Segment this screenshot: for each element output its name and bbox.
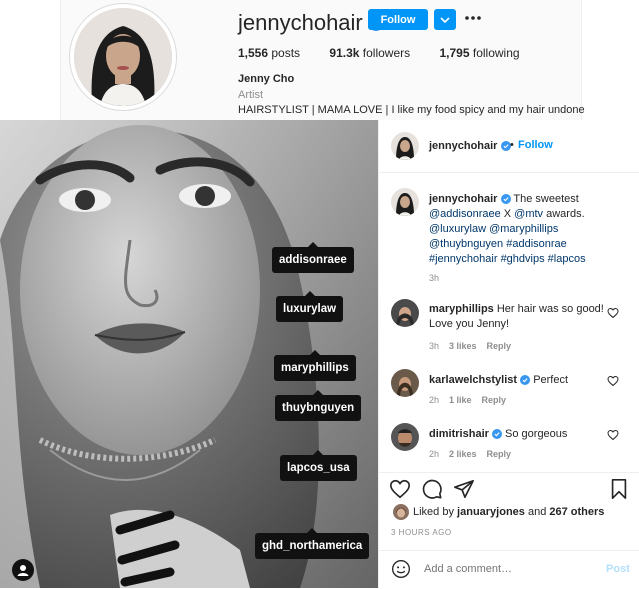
hashtag-link[interactable]: #lapcos <box>548 253 586 265</box>
comment: maryphillips Her hair was so good! Love … <box>429 302 609 332</box>
post-author-username[interactable]: jennychohair <box>429 140 511 152</box>
profile-bio: HAIRSTYLIST | MAMA LOVE | I like my food… <box>238 104 585 116</box>
liker-username[interactable]: januaryjones <box>457 506 525 518</box>
follow-button[interactable]: Follow <box>368 9 428 30</box>
photo-tag-ghd-northamerica[interactable]: ghd_northamerica <box>255 528 370 559</box>
followers-count[interactable]: 91.3k followers <box>329 46 410 60</box>
add-comment-input[interactable] <box>422 562 586 576</box>
photo-tag-addisonraee[interactable]: addisonraee <box>272 242 354 273</box>
more-horizontal-icon <box>465 16 481 20</box>
add-comment-bar: Post <box>379 550 639 589</box>
posts-count: 1,556 posts <box>238 46 301 60</box>
comment-meta: 2h 2 likes Reply <box>429 449 511 459</box>
header-follow-link[interactable]: Follow <box>518 139 553 151</box>
profile-avatar[interactable] <box>69 3 177 111</box>
likes-summary: Liked by januaryjones and 267 others <box>413 506 605 518</box>
commenter-avatar[interactable] <box>391 423 419 451</box>
mention-link[interactable]: @maryphillips <box>489 223 558 235</box>
hashtag-link[interactable]: #ghdvips <box>501 253 545 265</box>
comment-time: 3h <box>429 341 440 351</box>
hashtag-link[interactable]: #addisonrae <box>506 238 567 250</box>
photo-tag-thuybnguyen[interactable]: thuybnguyen <box>275 390 362 421</box>
reply-button[interactable]: Reply <box>487 449 512 459</box>
comment-username[interactable]: dimitrishair <box>429 428 489 440</box>
comment-likes[interactable]: 3 likes <box>449 341 477 351</box>
post-actions <box>379 472 639 503</box>
profile-username-row: jennychohair <box>238 10 383 36</box>
mention-link[interactable]: @addisonraee <box>429 208 501 220</box>
caption-author-avatar[interactable] <box>391 188 419 216</box>
comment-username[interactable]: maryphillips <box>429 303 494 315</box>
comment-time: 2h <box>429 449 440 459</box>
comment-meta: 2h 1 like Reply <box>429 395 506 405</box>
comment-bubble-icon[interactable] <box>421 478 443 500</box>
commenter-avatar[interactable] <box>391 299 419 327</box>
more-options-button[interactable] <box>463 6 483 30</box>
post-comment-button[interactable]: Post <box>606 563 630 575</box>
like-comment-heart-icon[interactable] <box>607 375 619 387</box>
comment: karlawelchstylist Perfect <box>429 373 609 388</box>
liker-avatar[interactable] <box>393 504 409 520</box>
comment-meta: 3h 3 likes Reply <box>429 341 511 351</box>
verified-badge-icon <box>491 429 502 440</box>
like-comment-heart-icon[interactable] <box>607 429 619 441</box>
verified-badge-icon <box>520 375 531 386</box>
profile-stats: 1,556 posts 91.3k followers 1,795 follow… <box>238 46 546 60</box>
mention-link[interactable]: @mtv <box>514 208 543 220</box>
post-caption: jennychohair The sweetest @addisonraee X… <box>429 193 586 265</box>
comment: dimitrishair So gorgeous <box>429 427 609 442</box>
bookmark-icon[interactable] <box>608 478 630 500</box>
likes-count[interactable]: 267 others <box>549 506 604 518</box>
separator-dot: • <box>510 139 514 151</box>
comment-likes[interactable]: 2 likes <box>449 449 477 459</box>
post-header: jennychohair • Follow <box>379 120 639 173</box>
following-count[interactable]: 1,795 following <box>439 46 519 60</box>
emoji-smiley-icon[interactable] <box>391 559 411 579</box>
like-heart-icon[interactable] <box>389 478 411 500</box>
caption-time: 3h <box>429 273 440 283</box>
caption-username[interactable]: jennychohair <box>429 193 497 205</box>
verified-badge-icon <box>500 194 511 205</box>
photo-tag-luxurylaw[interactable]: luxurylaw <box>276 291 344 322</box>
photo-tag-maryphillips[interactable]: maryphillips <box>274 350 356 381</box>
comment-text: So gorgeous <box>505 428 568 440</box>
post-author-avatar[interactable] <box>391 132 419 160</box>
profile-username: jennychohair <box>238 10 363 35</box>
user-tags-icon[interactable] <box>12 559 34 581</box>
chevron-down-icon <box>440 17 450 24</box>
post-sidebar: jennychohair • Follow jennychohair The s… <box>378 120 639 588</box>
photo-tag-lapcos-usa[interactable]: lapcos_usa <box>280 450 357 481</box>
like-comment-heart-icon[interactable] <box>607 307 619 319</box>
mention-link[interactable]: @luxurylaw <box>429 223 486 235</box>
comment-username[interactable]: karlawelchstylist <box>429 374 517 386</box>
comment-likes[interactable]: 1 like <box>449 395 472 405</box>
commenter-avatar[interactable] <box>391 369 419 397</box>
comment-time: 2h <box>429 395 440 405</box>
reply-button[interactable]: Reply <box>482 395 507 405</box>
profile-photo <box>74 8 172 106</box>
reply-button[interactable]: Reply <box>487 341 512 351</box>
suggested-accounts-button[interactable] <box>434 9 456 30</box>
hashtag-link[interactable]: #jennychohair <box>429 253 498 265</box>
comment-text: Perfect <box>533 374 569 386</box>
mention-link[interactable]: @thuybnguyen <box>429 238 503 250</box>
share-paper-plane-icon[interactable] <box>453 478 475 500</box>
profile-category: Artist <box>238 89 264 101</box>
profile-header: jennychohair Follow 1,556 posts 91.3k fo… <box>60 0 585 120</box>
profile-full-name: Jenny Cho <box>238 73 295 85</box>
post-timestamp[interactable]: 3 HOURS AGO <box>391 528 452 537</box>
post-photo[interactable]: addisonraee luxurylaw maryphillips thuyb… <box>0 120 378 588</box>
